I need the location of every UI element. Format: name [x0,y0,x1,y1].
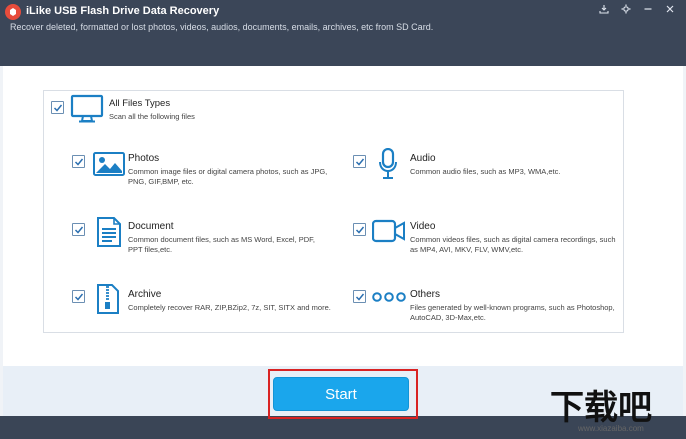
audio-desc: Common audio files, such as MP3, WMA,etc… [410,167,561,176]
microphone-icon [378,148,398,180]
all-files-checkbox[interactable] [51,101,64,114]
zip-archive-icon [96,284,120,314]
others-checkbox[interactable] [353,290,366,303]
app-subtitle: Recover deleted, formatted or lost photo… [10,22,434,32]
more-dots-icon [372,291,406,303]
app-logo-icon [5,4,21,20]
main-content: All Files Types Scan all the following f… [3,66,683,366]
photos-desc: Common image files or digital camera pho… [128,167,328,186]
photos-title: Photos [128,153,160,164]
download-icon[interactable] [596,2,612,16]
document-checkbox[interactable] [72,223,85,236]
window-controls [596,2,678,16]
image-icon [93,152,125,176]
archive-checkbox[interactable] [72,290,85,303]
others-title: Others [410,289,441,300]
audio-title: Audio [410,153,436,164]
app-window: iLike USB Flash Drive Data Recovery Reco… [0,0,686,439]
video-desc: Common videos files, such as digital cam… [410,235,616,254]
audio-checkbox[interactable] [353,155,366,168]
watermark-logo: 下载吧 www.xiazaiba.com [548,380,682,438]
watermark-text: 下载吧 [550,388,652,428]
photos-checkbox[interactable] [72,155,85,168]
video-checkbox[interactable] [353,223,366,236]
archive-title: Archive [128,289,162,300]
others-desc: Files generated by well-known programs, … [410,303,615,322]
minimize-icon[interactable] [640,2,656,16]
document-icon [96,217,122,247]
watermark-url: www.xiazaiba.com [578,424,644,433]
archive-desc: Completely recover RAR, ZIP,BZip2, 7z, S… [128,303,331,312]
app-title: iLike USB Flash Drive Data Recovery [26,5,220,17]
file-types-panel: All Files Types Scan all the following f… [43,90,624,333]
all-files-title: All Files Types [109,98,171,109]
all-files-desc: Scan all the following files [109,112,195,121]
settings-icon[interactable] [618,2,634,16]
video-camera-icon [372,219,406,243]
video-title: Video [410,221,436,232]
monitor-icon [70,94,104,124]
close-icon[interactable] [662,2,678,16]
document-title: Document [128,221,174,232]
start-button[interactable]: Start [273,377,409,411]
document-desc: Common document files, such as MS Word, … [128,235,316,254]
title-bar: iLike USB Flash Drive Data Recovery Reco… [0,0,686,66]
